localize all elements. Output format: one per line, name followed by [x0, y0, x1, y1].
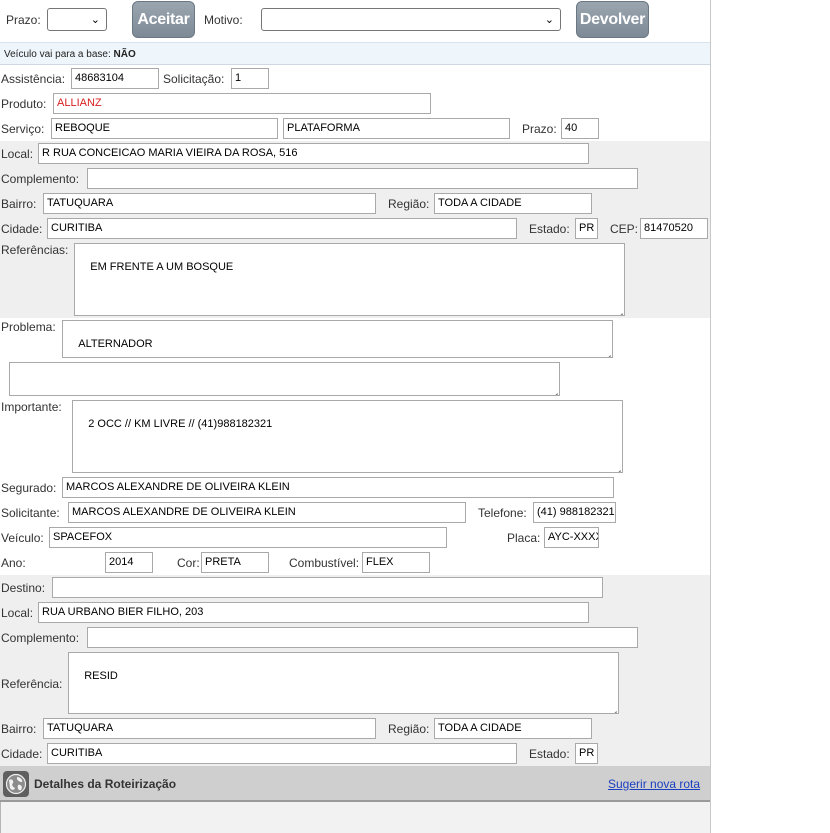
resize-grip-icon[interactable] [613, 463, 621, 471]
regiao-label: Região: [388, 197, 430, 211]
ano-field[interactable]: 2014 [105, 552, 153, 573]
referencias-text: EM FRENTE A UM BOSQUE [90, 261, 234, 273]
destino-complemento-label: Complemento: [1, 631, 80, 645]
telefone-field[interactable]: (41) 988182321 [533, 502, 616, 523]
problema-textarea[interactable]: ALTERNADOR [62, 320, 613, 358]
base-notice: Veículo vai para a base: NÃO [0, 42, 710, 65]
placa-label: Placa: [507, 531, 541, 545]
destino-referencia-label: Referência: [1, 677, 63, 691]
servico-type-field[interactable]: PLATAFORMA [283, 118, 510, 139]
solicitacao-label: Solicitação: [163, 72, 225, 86]
cidade-label: Cidade: [1, 222, 43, 236]
solicitante-field[interactable]: MARCOS ALEXANDRE DE OLIVEIRA KLEIN [68, 502, 466, 523]
motivo-select[interactable]: ⌄ [261, 8, 561, 31]
solicitante-label: Solicitante: [1, 506, 60, 520]
cor-field[interactable]: PRETA [201, 552, 269, 573]
notice-text: Veículo vai para a base: NÃO [4, 49, 136, 60]
cep-field[interactable]: 81470520 [640, 218, 708, 239]
motivo-label: Motivo: [204, 13, 243, 27]
bairro-label: Bairro: [1, 197, 37, 211]
routing-title: Detalhes da Roteirização [34, 777, 177, 791]
suggest-route-link[interactable]: Sugerir nova rota [608, 777, 700, 791]
devolver-button[interactable]: Devolver [576, 1, 649, 38]
importante-text: 2 OCC // KM LIVRE // (41)988182321 [88, 418, 273, 430]
placa-field[interactable]: AYC-XXXX [544, 527, 599, 548]
assistencia-label: Assistência: [1, 72, 66, 86]
servico-field[interactable]: REBOQUE [51, 118, 278, 139]
estado-label: Estado: [529, 222, 570, 236]
prazo-label: Prazo: [522, 122, 557, 136]
destino-cidade-field[interactable]: CURITIBA [47, 743, 517, 764]
problema-text: ALTERNADOR [78, 338, 153, 350]
prazo-select[interactable]: ⌄ [47, 8, 107, 31]
local-label: Local: [1, 147, 34, 161]
destino-local-field[interactable]: RUA URBANO BIER FILHO, 203 [38, 602, 589, 623]
servico-label: Serviço: [1, 122, 45, 136]
destino-bairro-label: Bairro: [1, 722, 37, 736]
solicitacao-field[interactable]: 1 [231, 68, 269, 89]
importante-label: Importante: [1, 400, 62, 414]
routing-content [0, 802, 710, 833]
ano-label: Ano: [1, 556, 26, 570]
bairro-field[interactable]: TATUQUARA [43, 193, 376, 214]
destino-referencia-text: RESID [84, 670, 118, 682]
telefone-label: Telefone: [478, 506, 527, 520]
problema-extra-textarea[interactable] [9, 362, 560, 396]
referencias-label: Referências: [1, 243, 69, 257]
destino-bairro-field[interactable]: TATUQUARA [43, 718, 376, 739]
destino-field[interactable] [52, 577, 603, 598]
prazo-select-label: Prazo: [6, 13, 41, 27]
globe-icon [3, 771, 29, 797]
destino-label: Destino: [1, 581, 46, 595]
veiculo-field[interactable]: SPACEFOX [49, 527, 447, 548]
segurado-label: Segurado: [1, 481, 57, 495]
importante-textarea[interactable]: 2 OCC // KM LIVRE // (41)988182321 [72, 400, 623, 473]
cep-label: CEP: [610, 222, 639, 236]
cidade-field[interactable]: CURITIBA [47, 218, 517, 239]
destino-regiao-field[interactable]: TODA A CIDADE [434, 718, 592, 739]
chevron-down-icon: ⌄ [90, 14, 100, 26]
destino-regiao-label: Região: [388, 722, 430, 736]
assistencia-field[interactable]: 48683104 [71, 68, 159, 89]
destino-local-label: Local: [1, 606, 34, 620]
destino-referencia-textarea[interactable]: RESID [68, 652, 619, 714]
destino-estado-label: Estado: [529, 747, 570, 761]
aceitar-button[interactable]: Aceitar [132, 1, 195, 38]
complemento-label: Complemento: [1, 172, 80, 186]
resize-grip-icon[interactable] [550, 386, 558, 394]
local-field[interactable]: R RUA CONCEICAO MARIA VIEIRA DA ROSA, 51… [38, 143, 589, 164]
problema-label: Problema: [1, 320, 56, 334]
produto-label: Produto: [1, 97, 47, 111]
combustivel-field[interactable]: FLEX [362, 552, 430, 573]
chevron-down-icon: ⌄ [544, 14, 554, 26]
combustivel-label: Combustível: [289, 556, 360, 570]
service-form: Prazo: ⌄ Aceitar Motivo: ⌄ Devolver Veíc… [0, 0, 711, 833]
destino-complemento-field[interactable] [87, 627, 638, 648]
destino-cidade-label: Cidade: [1, 747, 43, 761]
resize-grip-icon[interactable] [609, 704, 617, 712]
veiculo-label: Veículo: [1, 531, 44, 545]
referencias-textarea[interactable]: EM FRENTE A UM BOSQUE [74, 243, 625, 316]
segurado-field[interactable]: MARCOS ALEXANDRE DE OLIVEIRA KLEIN [62, 477, 614, 498]
prazo-field[interactable]: 40 [561, 118, 599, 139]
resize-grip-icon[interactable] [615, 306, 623, 314]
destino-estado-field[interactable]: PR [575, 743, 598, 764]
cor-label: Cor: [177, 556, 200, 570]
estado-field[interactable]: PR [575, 218, 598, 239]
produto-field[interactable]: ALLIANZ [53, 93, 431, 114]
complemento-field[interactable] [87, 168, 638, 189]
regiao-field[interactable]: TODA A CIDADE [434, 193, 592, 214]
resize-grip-icon[interactable] [603, 348, 611, 356]
routing-header: Detalhes da Roteirização Sugerir nova ro… [0, 766, 710, 802]
